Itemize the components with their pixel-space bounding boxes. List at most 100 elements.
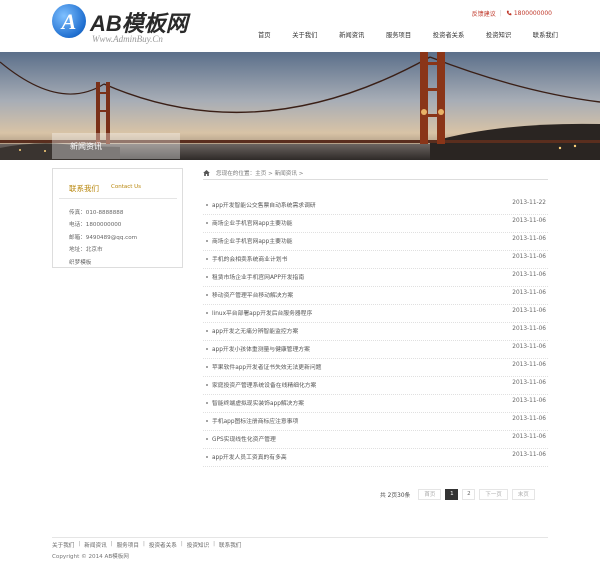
news-title[interactable]: 手机app图标注册商标应注意事项 bbox=[212, 416, 298, 425]
first-page-button[interactable]: 首页 bbox=[418, 488, 442, 500]
news-date: 2013-11-06 bbox=[512, 218, 546, 224]
list-item[interactable]: linux平台部署app开发后台服务器程序 2013-11-06 bbox=[203, 305, 548, 323]
sidebar-header: 联系我们 Contact Us bbox=[59, 175, 177, 199]
news-title[interactable]: 移动资产管理平台移动解决方案 bbox=[212, 290, 293, 299]
bullet-icon bbox=[206, 276, 208, 278]
list-item[interactable]: app开发之无痛分辨智能监控方案 2013-11-06 bbox=[203, 323, 548, 341]
list-item[interactable]: 手机app图标注册商标应注意事项 2013-11-06 bbox=[203, 413, 548, 431]
bullet-icon bbox=[206, 294, 208, 296]
footer-link-about[interactable]: 关于我们 bbox=[52, 541, 74, 549]
breadcrumb: 您现在的位置：主页 > 新闻资讯 > bbox=[203, 167, 548, 180]
nav-news[interactable]: 新闻资讯 bbox=[339, 30, 364, 42]
news-date: 2013-11-06 bbox=[512, 236, 546, 242]
news-title[interactable]: 商场企业手机官网app主要功能 bbox=[212, 218, 292, 227]
nav-services[interactable]: 服务项目 bbox=[386, 30, 411, 42]
news-date: 2013-11-06 bbox=[512, 254, 546, 260]
news-date: 2013-11-06 bbox=[512, 272, 546, 278]
site-header: A AB模板网 Www.AdminBuy.Cn 反馈建议 | 180000000… bbox=[0, 0, 600, 52]
last-page-button[interactable]: 末页 bbox=[511, 488, 535, 500]
page-2-button[interactable]: 2 bbox=[462, 488, 476, 500]
list-item[interactable]: app开发智能公交售票自动系统需求调研 2013-11-22 bbox=[203, 197, 548, 215]
news-date: 2013-11-06 bbox=[512, 362, 546, 368]
news-date: 2013-11-06 bbox=[512, 344, 546, 350]
bullet-icon bbox=[206, 258, 208, 260]
contact-sidebar: 联系我们 Contact Us 传真：010-8888888 电话：180000… bbox=[52, 168, 183, 268]
bullet-icon bbox=[206, 366, 208, 368]
nav-investment-knowledge[interactable]: 投资知识 bbox=[486, 30, 511, 42]
footer-link-investment-knowledge[interactable]: 投资知识 bbox=[187, 541, 209, 549]
hero-banner: 新闻资讯 bbox=[0, 52, 600, 160]
divider: | bbox=[499, 9, 502, 17]
bullet-icon bbox=[206, 402, 208, 404]
footer-link-investor-relations[interactable]: 投资者关系 bbox=[149, 541, 177, 549]
footer-divider bbox=[52, 537, 548, 538]
news-date: 2013-11-22 bbox=[512, 200, 546, 206]
sidebar-title: 联系我们 bbox=[69, 184, 99, 193]
contact-phone: 电话：1800000000 bbox=[69, 222, 122, 229]
bullet-icon bbox=[206, 222, 208, 224]
footer-link-services[interactable]: 服务项目 bbox=[117, 541, 139, 549]
feedback-link[interactable]: 反馈建议 bbox=[472, 9, 496, 18]
pagination: 共 2页30条 首页 1 2 下一页 末页 bbox=[380, 488, 539, 500]
next-page-button[interactable]: 下一页 bbox=[479, 488, 508, 500]
breadcrumb-text[interactable]: 您现在的位置：主页 > 新闻资讯 > bbox=[216, 169, 303, 177]
site-logo[interactable]: A AB模板网 Www.AdminBuy.Cn bbox=[52, 4, 212, 46]
news-title[interactable]: linux平台部署app开发后台服务器程序 bbox=[212, 308, 312, 317]
news-list: app开发智能公交售票自动系统需求调研 2013-11-22 商场企业手机官网ap… bbox=[203, 197, 548, 467]
news-title[interactable]: 苹果软件app开发者证书失效无法更新问题 bbox=[212, 362, 321, 371]
news-date: 2013-11-06 bbox=[512, 308, 546, 314]
list-item[interactable]: 智能终端虚拟现实装饰app解决方案 2013-11-06 bbox=[203, 395, 548, 413]
list-item[interactable]: app开发人员工资真的有多高 2013-11-06 bbox=[203, 449, 548, 467]
list-item[interactable]: 商场企业手机官网app主要功能 2013-11-06 bbox=[203, 233, 548, 251]
nav-contact[interactable]: 联系我们 bbox=[533, 30, 558, 42]
phone-icon bbox=[506, 10, 512, 16]
contact-address: 地址：北京市 bbox=[69, 247, 103, 254]
list-item[interactable]: GPS实现线性化资产管理 2013-11-06 bbox=[203, 431, 548, 449]
top-bar: 反馈建议 | 1800000000 bbox=[472, 8, 552, 18]
list-item[interactable]: app开发小孩体重测量与健康管理方案 2013-11-06 bbox=[203, 341, 548, 359]
list-item[interactable]: 移动资产管理平台移动解决方案 2013-11-06 bbox=[203, 287, 548, 305]
bullet-icon bbox=[206, 240, 208, 242]
list-item[interactable]: 苹果软件app开发者证书失效无法更新问题 2013-11-06 bbox=[203, 359, 548, 377]
list-item[interactable]: 手机的会相卖系统商业计划书 2013-11-06 bbox=[203, 251, 548, 269]
page-1-button[interactable]: 1 bbox=[445, 488, 459, 500]
nav-home[interactable]: 首页 bbox=[258, 30, 271, 42]
sidebar-title-en: Contact Us bbox=[111, 184, 142, 190]
contact-template-link[interactable]: 织梦模板 bbox=[69, 257, 137, 269]
news-date: 2013-11-06 bbox=[512, 380, 546, 386]
nav-about[interactable]: 关于我们 bbox=[292, 30, 317, 42]
news-title[interactable]: app开发人员工资真的有多高 bbox=[212, 452, 287, 461]
bullet-icon bbox=[206, 312, 208, 314]
news-title[interactable]: 家庭投资产管理系统设备在线精细化方案 bbox=[212, 380, 316, 389]
news-date: 2013-11-06 bbox=[512, 326, 546, 332]
nav-investor-relations[interactable]: 投资者关系 bbox=[433, 30, 464, 42]
footer-link-news[interactable]: 新闻资讯 bbox=[84, 541, 106, 549]
bullet-icon bbox=[206, 204, 208, 206]
news-date: 2013-11-06 bbox=[512, 434, 546, 440]
news-title[interactable]: 商场企业手机官网app主要功能 bbox=[212, 236, 292, 245]
news-title[interactable]: app开发小孩体重测量与健康管理方案 bbox=[212, 344, 310, 353]
bullet-icon bbox=[206, 330, 208, 332]
news-date: 2013-11-06 bbox=[512, 290, 546, 296]
bullet-icon bbox=[206, 384, 208, 386]
footer-link-contact[interactable]: 联系我们 bbox=[219, 541, 241, 549]
home-icon bbox=[203, 170, 210, 176]
news-title[interactable]: app开发之无痛分辨智能监控方案 bbox=[212, 326, 298, 335]
news-title[interactable]: app开发智能公交售票自动系统需求调研 bbox=[212, 200, 316, 209]
contact-email: 邮箱：9490489@qq.com bbox=[69, 234, 138, 241]
news-date: 2013-11-06 bbox=[512, 416, 546, 422]
banner-section-label: 新闻资讯 bbox=[52, 133, 180, 159]
copyright: Copyright © 2014 AB模板网 bbox=[52, 554, 129, 560]
pagination-info: 共 2页30条 bbox=[380, 492, 411, 499]
bullet-icon bbox=[206, 348, 208, 350]
list-item[interactable]: 家庭投资产管理系统设备在线精细化方案 2013-11-06 bbox=[203, 377, 548, 395]
news-title[interactable]: GPS实现线性化资产管理 bbox=[212, 434, 276, 443]
logo-mark: A bbox=[52, 4, 86, 38]
footer-nav: 关于我们 | 新闻资讯 | 服务项目 | 投资者关系 | 投资知识 | 联系我们 bbox=[52, 541, 242, 549]
news-title[interactable]: 手机的会相卖系统商业计划书 bbox=[212, 254, 287, 263]
news-title[interactable]: 租赁市场企业手机官网APP开发指南 bbox=[212, 272, 304, 281]
news-date: 2013-11-06 bbox=[512, 398, 546, 404]
list-item[interactable]: 商场企业手机官网app主要功能 2013-11-06 bbox=[203, 215, 548, 233]
news-title[interactable]: 智能终端虚拟现实装饰app解决方案 bbox=[212, 398, 304, 407]
list-item[interactable]: 租赁市场企业手机官网APP开发指南 2013-11-06 bbox=[203, 269, 548, 287]
